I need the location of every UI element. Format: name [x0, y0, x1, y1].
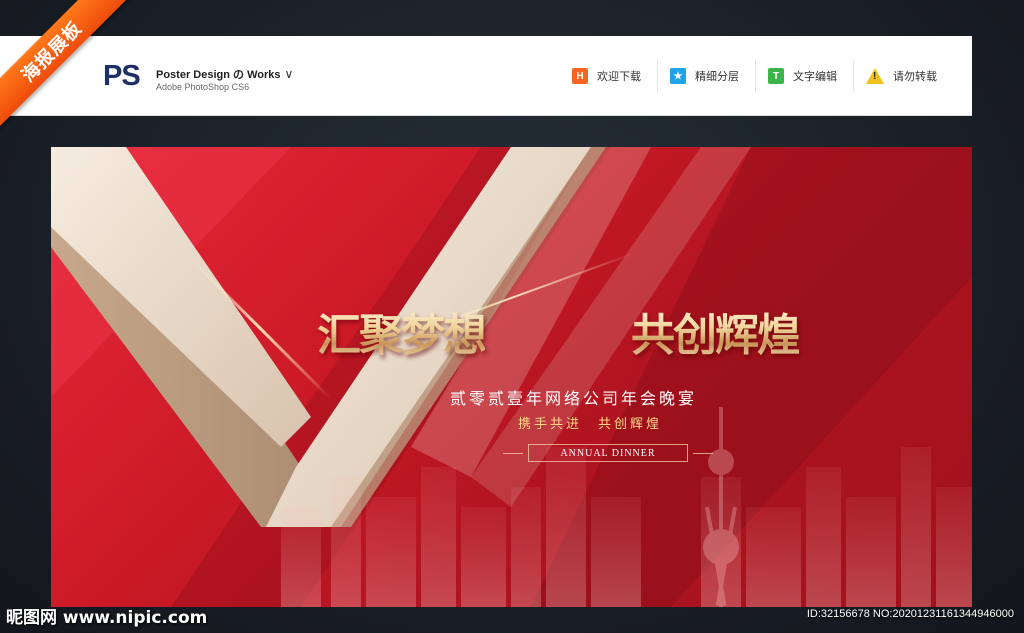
header-nav: H 欢迎下载 ★ 精细分层 T 文字编辑 ! 请勿转载	[560, 60, 953, 92]
nav-item-layers[interactable]: ★ 精细分层	[658, 60, 756, 92]
ribbon-label: 海报展板	[0, 0, 131, 131]
nav-label-no-repost: 请勿转载	[893, 70, 937, 83]
brand-title: Poster Design の Works ∨	[156, 66, 293, 82]
nav-label-download: 欢迎下载	[597, 70, 641, 83]
h-download-icon: H	[572, 68, 588, 84]
poster-subtitle: 贰零贰壹年网络公司年会晚宴	[450, 389, 698, 408]
image-id-text: ID:32156678 NO:20201231161344946000	[806, 608, 1014, 620]
t-text-edit-icon: T	[768, 68, 784, 84]
nav-label-layers: 精细分层	[695, 70, 739, 83]
headline-left: 汇聚梦想	[317, 299, 487, 363]
warning-icon: !	[866, 68, 884, 84]
warning-glyph: !	[873, 71, 877, 82]
chevron-down-icon[interactable]: ∨	[285, 67, 294, 81]
nav-item-download[interactable]: H 欢迎下载	[560, 60, 658, 92]
headline-right: 共创辉煌	[631, 299, 801, 363]
poster-graphics	[51, 147, 972, 607]
poster-canvas: 汇聚梦想 共创辉煌 贰零贰壹年网络公司年会晚宴 携手共进 共创辉煌 ANNUAL…	[51, 147, 972, 607]
brand-title-text: Poster Design の Works	[156, 69, 281, 81]
corner-ribbon: 海报展板	[0, 0, 140, 140]
annual-dinner-tag: ANNUAL DINNER	[503, 444, 713, 462]
nipic-watermark: 昵图网 www.nipic.com	[6, 608, 208, 628]
brand-subtitle: Adobe PhotoShop CS6	[156, 82, 250, 92]
nav-label-text-edit: 文字编辑	[793, 70, 837, 83]
header-bar: PS Poster Design の Works ∨ Adobe PhotoSho…	[0, 36, 972, 116]
poster-slogan: 携手共进 共创辉煌	[518, 417, 663, 432]
nav-item-no-repost[interactable]: ! 请勿转载	[854, 60, 953, 92]
nav-item-text-edit[interactable]: T 文字编辑	[756, 60, 854, 92]
star-layers-icon: ★	[670, 68, 686, 84]
